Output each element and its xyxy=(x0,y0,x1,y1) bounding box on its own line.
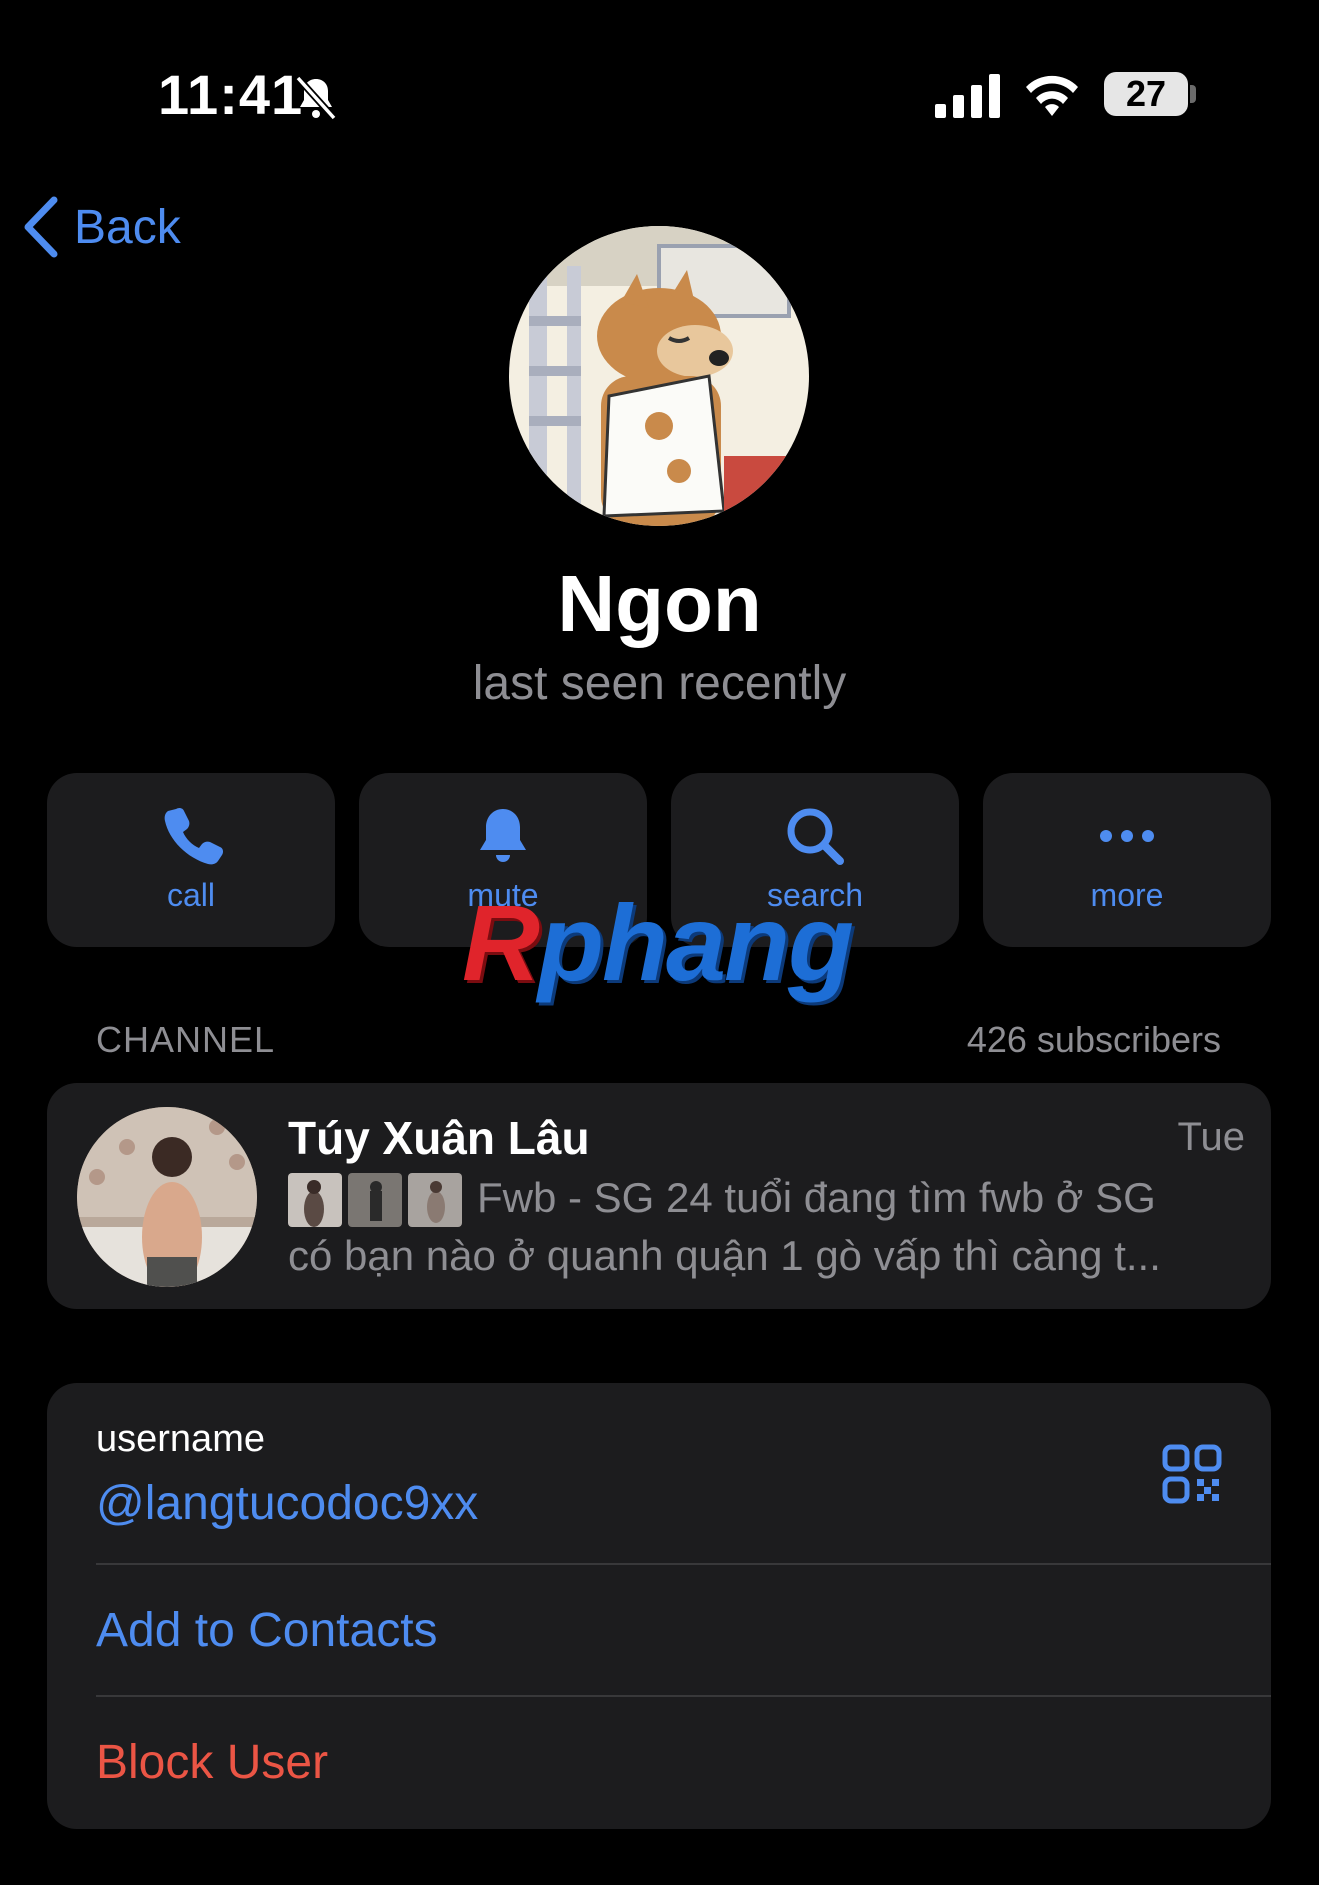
block-user-button[interactable]: Block User xyxy=(96,1735,328,1790)
battery-nub xyxy=(1190,85,1196,103)
profile-name: Ngon xyxy=(557,559,762,648)
preview-thumb xyxy=(408,1173,462,1227)
channel-section-label: CHANNEL xyxy=(96,1019,276,1060)
chevron-left-icon xyxy=(24,196,58,258)
more-icon xyxy=(1100,830,1154,842)
wifi-icon xyxy=(1026,75,1078,116)
battery-level: 27 xyxy=(1125,73,1167,114)
preview-thumb xyxy=(348,1173,402,1227)
channel-title: Túy Xuân Lâu xyxy=(288,1112,590,1164)
preview-thumb xyxy=(288,1173,342,1227)
battery-icon: 27 xyxy=(1104,72,1188,116)
username-value[interactable]: @langtucodoc9xx xyxy=(96,1476,478,1531)
watermark-logo: Rphang xyxy=(462,882,854,1003)
bell-icon xyxy=(480,809,526,862)
call-button[interactable]: call xyxy=(47,773,335,947)
more-label: more xyxy=(1090,877,1164,913)
qr-code-icon[interactable] xyxy=(1162,1444,1222,1504)
profile-avatar[interactable] xyxy=(509,226,809,526)
back-label: Back xyxy=(74,200,181,254)
phone-icon xyxy=(164,807,224,865)
signal-icon xyxy=(935,74,1000,118)
back-button[interactable]: Back xyxy=(20,192,181,262)
bell-slash-icon xyxy=(295,75,337,121)
call-label: call xyxy=(166,877,215,913)
profile-status: last seen recently xyxy=(472,657,847,710)
separator xyxy=(96,1695,1271,1697)
separator xyxy=(96,1563,1271,1565)
channel-preview-line2: có bạn nào ở quanh quận 1 gò vấp thì càn… xyxy=(288,1232,1161,1279)
username-label: username xyxy=(96,1418,265,1460)
more-button[interactable]: more xyxy=(983,773,1271,947)
preview-thumbnails xyxy=(288,1173,462,1227)
add-to-contacts-button[interactable]: Add to Contacts xyxy=(96,1603,438,1658)
search-icon xyxy=(787,808,844,865)
channel-avatar xyxy=(77,1107,257,1287)
avatar-image xyxy=(509,226,809,526)
channel-subscribers: 426 subscribers xyxy=(966,1019,1221,1060)
channel-date: Tue xyxy=(1177,1115,1245,1159)
status-time: 11:41 xyxy=(158,63,304,126)
channel-preview-line1: Fwb - SG 24 tuổi đang tìm fwb ở SG xyxy=(477,1174,1156,1221)
